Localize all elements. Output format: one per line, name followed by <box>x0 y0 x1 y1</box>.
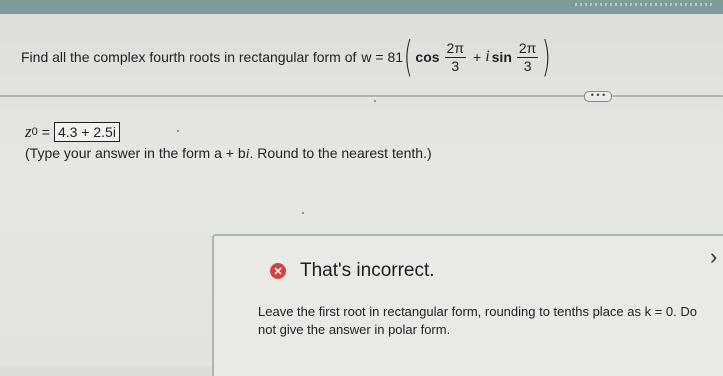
left-paren: ( <box>403 32 413 81</box>
section-divider <box>0 95 723 97</box>
feedback-message: Leave the first root in rectangular form… <box>258 304 697 337</box>
feedback-title: That's incorrect. <box>300 260 435 281</box>
question-prompt: Find all the complex fourth roots in rec… <box>21 36 552 78</box>
fraction-numerator: 2π <box>444 40 466 58</box>
feedback-header: ✕ That's incorrect. <box>270 260 435 282</box>
instructions-pre: (Type your answer in the form <box>25 145 215 161</box>
top-bar-decoration <box>575 3 715 6</box>
fraction-numerator: 2π <box>516 40 539 58</box>
instructions-form-plus: + <box>221 145 238 161</box>
formula-imaginary-unit: i <box>485 48 490 65</box>
question-formula: w = 81 ( cos 2π 3 + i sin 2π 3 ) <box>361 36 551 78</box>
fraction-denominator: 3 <box>523 57 532 74</box>
screen-speck <box>374 100 376 102</box>
formula-lhs: w = 81 <box>361 49 404 65</box>
close-icon[interactable]: › <box>710 246 717 268</box>
answer-variable: z <box>25 122 32 141</box>
screen-speck <box>302 212 304 214</box>
answer-subscript: 0 <box>31 126 38 138</box>
screen-speck <box>177 130 179 132</box>
top-bar <box>0 0 723 14</box>
x-circle-icon: ✕ <box>270 263 286 279</box>
fraction-sin-arg: 2π 3 <box>516 40 539 74</box>
more-options-button[interactable]: • • • <box>584 91 612 102</box>
formula-plus: + <box>473 49 482 65</box>
answer-instructions: (Type your answer in the form a + bi. Ro… <box>25 145 432 163</box>
question-text: Find all the complex fourth roots in rec… <box>21 49 357 65</box>
answer-row: z 0 = 4.3 + 2.5i <box>25 122 120 142</box>
right-paren: ) <box>542 32 552 81</box>
instructions-form-b: b <box>237 145 246 161</box>
answer-equals: = <box>41 124 50 140</box>
formula-sin: sin <box>491 49 512 65</box>
instructions-post: . Round to the nearest tenth.) <box>249 145 432 161</box>
fraction-cos-arg: 2π 3 <box>444 40 466 74</box>
instructions-form-a: a <box>214 145 222 161</box>
fraction-denominator: 3 <box>451 57 460 74</box>
answer-input[interactable]: 4.3 + 2.5i <box>53 122 120 142</box>
formula-cos: cos <box>415 49 440 65</box>
